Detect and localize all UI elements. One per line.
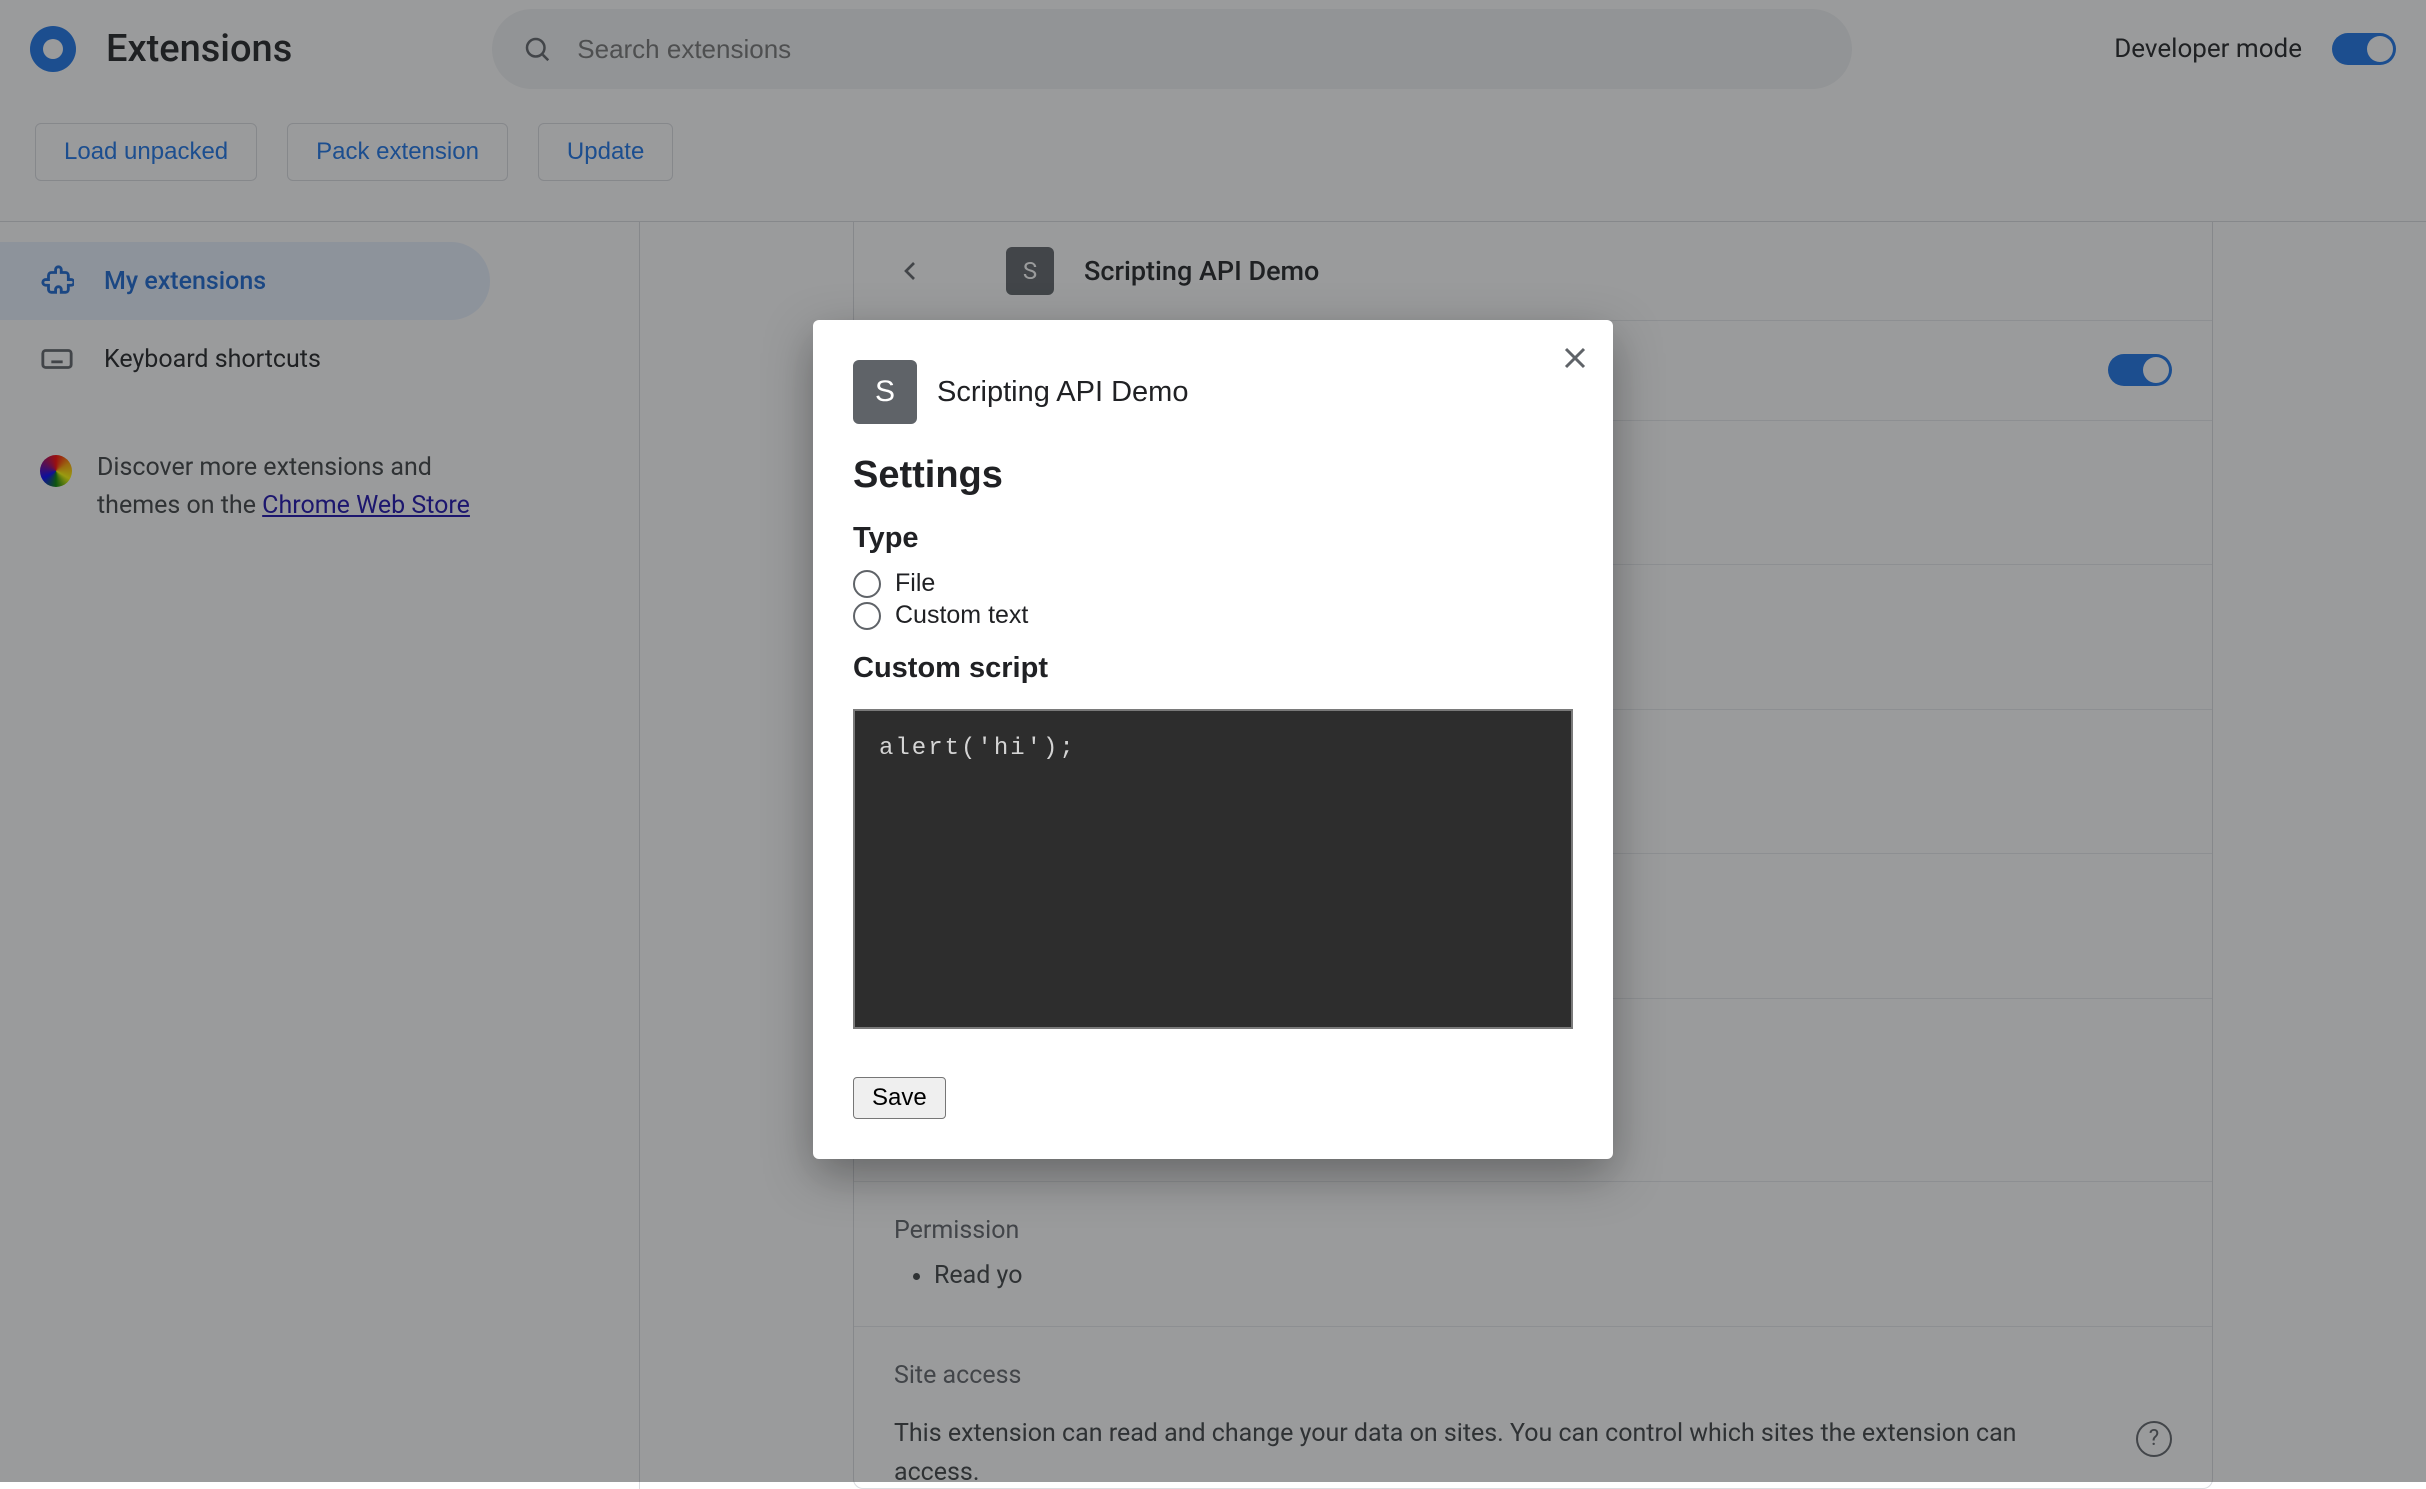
close-icon[interactable]	[1557, 340, 1593, 376]
radio-icon	[853, 570, 881, 598]
custom-script-textarea[interactable]	[853, 709, 1573, 1029]
radio-label: Custom text	[895, 601, 1028, 630]
dialog-extension-name: Scripting API Demo	[937, 376, 1188, 409]
type-heading: Type	[853, 522, 1573, 555]
settings-dialog: S Scripting API Demo Settings Type File …	[813, 320, 1613, 1159]
radio-file[interactable]: File	[853, 569, 1573, 598]
dialog-extension-badge: S	[853, 360, 917, 424]
radio-label: File	[895, 569, 935, 598]
radio-icon	[853, 602, 881, 630]
custom-script-heading: Custom script	[853, 652, 1573, 685]
modal-overlay[interactable]: S Scripting API Demo Settings Type File …	[0, 0, 2426, 1482]
radio-custom-text[interactable]: Custom text	[853, 601, 1573, 630]
settings-heading: Settings	[853, 454, 1573, 497]
save-button[interactable]: Save	[853, 1077, 946, 1119]
